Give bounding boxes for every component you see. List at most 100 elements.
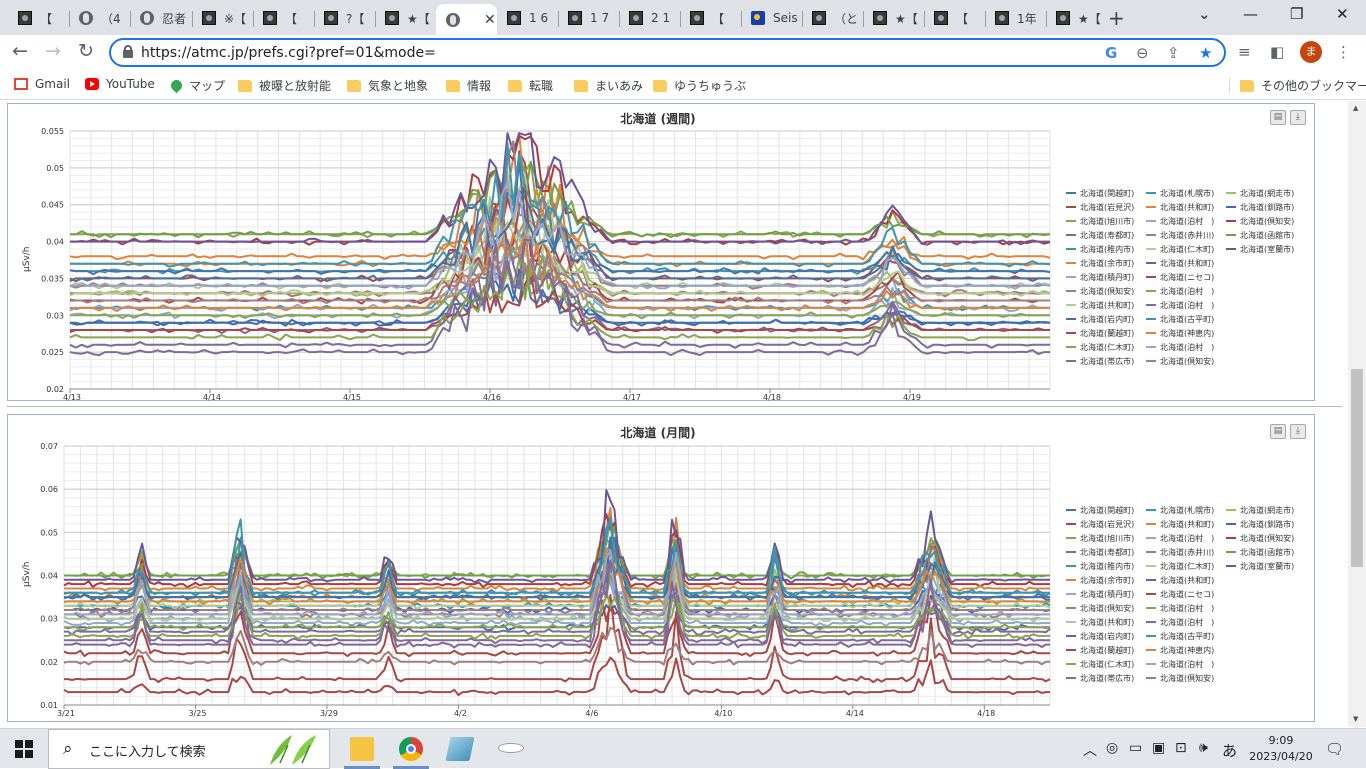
legend-item[interactable]: 北海道(網走市) [1226,188,1294,198]
legend-item[interactable]: 北海道(積丹町) [1066,272,1134,282]
legend-item[interactable]: 北海道(ニセコ) [1146,589,1214,599]
legend-item[interactable]: 北海道(寿都町) [1066,230,1134,240]
legend-item[interactable]: 北海道(倶知安) [1226,533,1294,543]
legend-item[interactable]: 北海道(神恵内) [1146,645,1214,655]
browser-tab[interactable]: 【 [253,4,314,32]
bookmark-item[interactable]: マップ [168,77,225,94]
legend-item[interactable]: 北海道(泊村 ) [1146,300,1214,310]
legend-item[interactable]: 北海道(稚内市) [1066,244,1134,254]
legend-item[interactable]: 北海道(岩内町) [1066,314,1134,324]
legend-item[interactable]: 北海道(釧路市) [1226,519,1294,529]
legend-item[interactable]: 北海道(関越町) [1066,188,1134,198]
legend-item[interactable]: 北海道(泊村 ) [1146,533,1214,543]
legend-item[interactable]: 北海道(帯広市) [1066,673,1134,683]
volume-icon[interactable]: 🕪 [1199,740,1208,756]
bookmark-item[interactable]: 被曝と放射能 [238,77,331,94]
other-bookmarks-folder[interactable]: その他のブックマーク [1240,77,1366,94]
tray-chevron-icon[interactable]: ︿ [1083,740,1097,760]
meet-now-icon[interactable]: ◎ [1106,740,1118,756]
chrome-taskbar-icon[interactable] [399,737,423,761]
legend-item[interactable]: 北海道(岩内町) [1066,631,1134,641]
address-bar[interactable]: https://atmc.jp/prefs.cgi?pref=01&mode= … [109,38,1226,67]
legend-item[interactable]: 北海道(蘭越町) [1066,328,1134,338]
forward-button[interactable]: → [45,40,61,62]
browser-tab[interactable]: 忍者 [130,4,191,32]
notepad-app-icon[interactable] [445,737,475,761]
back-button[interactable]: ← [12,40,28,62]
legend-item[interactable]: 北海道(泊村 ) [1146,603,1214,613]
legend-item[interactable]: 北海道(共和町) [1066,617,1134,627]
bookmark-item[interactable]: 転職 [508,77,553,94]
bookmark-item[interactable]: ゆうちゅうぶ [653,77,746,94]
legend-item[interactable]: 北海道(古平町) [1146,314,1214,324]
legend-item[interactable]: 北海道(倶知安) [1066,286,1134,296]
airplane-app-icon[interactable] [498,743,524,753]
file-explorer-icon[interactable] [350,737,374,761]
legend-item[interactable]: 北海道(共和町) [1146,202,1214,212]
bookmark-item[interactable]: まいあみ [574,77,643,94]
zoom-icon[interactable]: ⊖ [1136,44,1149,62]
legend-item[interactable]: 北海道(倶知安) [1146,673,1214,683]
legend-item[interactable]: 北海道(稚内市) [1066,561,1134,571]
legend-item[interactable]: 北海道(共和町) [1146,519,1214,529]
legend-item[interactable]: 北海道(泊村 ) [1146,216,1214,226]
browser-tab[interactable]: 1年 [985,4,1046,32]
legend-item[interactable]: 北海道(岩見沢) [1066,202,1134,212]
legend-item[interactable]: 北海道(泊村 ) [1146,342,1214,352]
legend-item[interactable]: 北海道(旭川市) [1066,216,1134,226]
close-tab-icon[interactable]: ✕ [484,12,496,28]
legend-item[interactable]: 北海道(岩見沢) [1066,519,1134,529]
browser-tab[interactable]: ※【 [192,4,253,32]
legend-item[interactable]: 北海道(網走市) [1226,505,1294,515]
browser-tab[interactable]: 2 1 [619,4,680,32]
legend-item[interactable]: 北海道(余市町) [1066,575,1134,585]
menu-kebab-icon[interactable]: ⋮ [1336,43,1351,61]
browser-tab[interactable]: （と [802,4,863,32]
browser-tab[interactable]: ?【 [314,4,375,32]
bookmark-star-icon[interactable]: ★ [1199,44,1212,62]
bookmark-item[interactable]: 情報 [446,77,491,94]
legend-item[interactable]: 北海道(室蘭市) [1226,561,1294,571]
legend-item[interactable]: 北海道(共和町) [1146,258,1214,268]
legend-item[interactable]: 北海道(泊村 ) [1146,659,1214,669]
legend-item[interactable]: 北海道(釧路市) [1226,202,1294,212]
legend-item[interactable]: 北海道(赤井川) [1146,547,1214,557]
legend-item[interactable]: 北海道(帯広市) [1066,356,1134,366]
legend-item[interactable]: 北海道(室蘭市) [1226,244,1294,254]
scroll-down-arrow-icon[interactable]: ▼ [1353,715,1358,723]
profile-avatar[interactable]: ま [1300,41,1322,63]
legend-item[interactable]: 北海道(古平町) [1146,631,1214,641]
close-window-button[interactable]: ✕ [1336,5,1349,23]
legend-item[interactable]: 北海道(仁木町) [1066,342,1134,352]
onedrive-icon[interactable]: ⊡ [1175,740,1187,756]
lock-icon[interactable] [123,45,133,58]
browser-tab[interactable]: ✕ [436,4,497,35]
share-icon[interactable]: ⇪ [1167,44,1180,62]
browser-tab[interactable]: 【 [924,4,985,32]
windows-start-button[interactable] [15,740,33,758]
print-chart-icon[interactable]: ▤ [1270,424,1286,439]
bookmark-item[interactable]: YouTube [85,77,155,91]
maximize-button[interactable]: ❐ [1290,5,1303,23]
browser-tab[interactable]: ★【 [863,4,924,32]
legend-item[interactable]: 北海道(ニセコ) [1146,272,1214,282]
browser-tab[interactable]: ★【 [1046,4,1107,32]
network-icon[interactable]: ▣ [1152,740,1165,756]
legend-item[interactable]: 北海道(函館市) [1226,230,1294,240]
browser-tab[interactable]: 【 [8,4,69,32]
page-scrollbar[interactable]: ▲ ▼ [1348,101,1366,727]
scroll-up-arrow-icon[interactable]: ▲ [1353,104,1358,112]
browser-tab[interactable]: ★【 [375,4,436,32]
download-chart-icon[interactable]: ⤓ [1290,110,1306,125]
browser-tab[interactable]: 1 6 [497,4,558,32]
legend-item[interactable]: 北海道(余市町) [1066,258,1134,268]
legend-item[interactable]: 北海道(神恵内) [1146,328,1214,338]
google-lens-icon[interactable]: G [1105,44,1117,62]
legend-item[interactable]: 北海道(札幌市) [1146,505,1214,515]
battery-icon[interactable]: ▭ [1129,740,1142,756]
legend-item[interactable]: 北海道(共和町) [1146,575,1214,585]
download-chart-icon[interactable]: ⤓ [1290,424,1306,439]
legend-item[interactable]: 北海道(倶知安) [1066,603,1134,613]
legend-item[interactable]: 北海道(赤井川) [1146,230,1214,240]
url-text[interactable]: https://atmc.jp/prefs.cgi?pref=01&mode= [141,45,436,61]
